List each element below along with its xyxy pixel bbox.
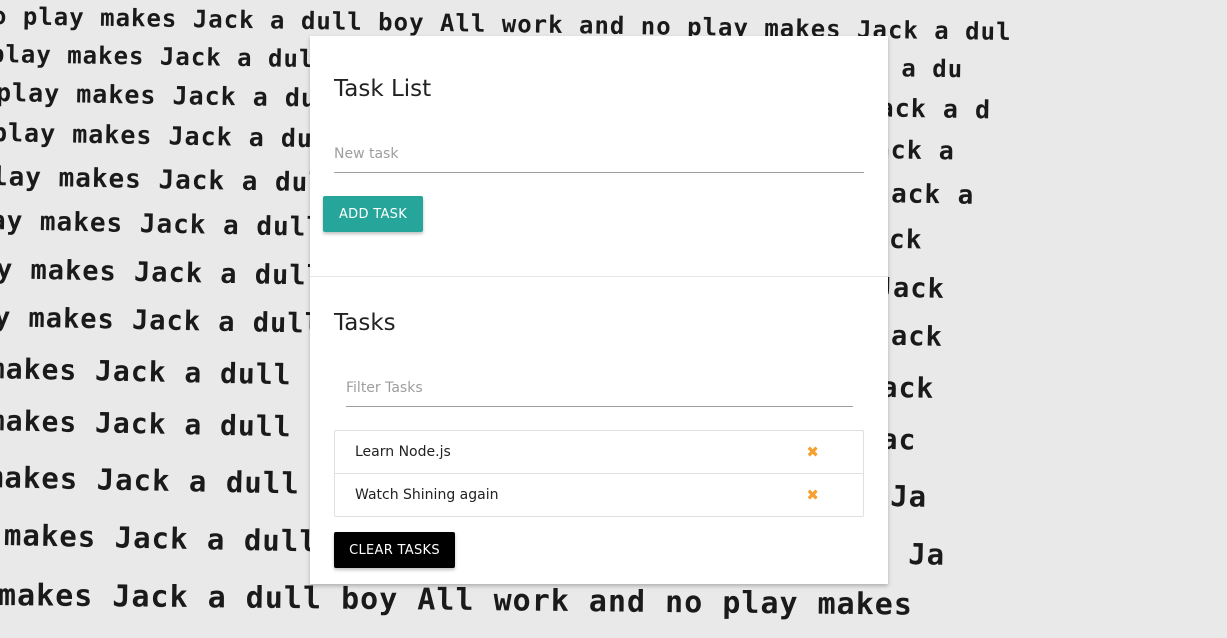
close-icon[interactable]: ✖ [806, 431, 819, 473]
add-task-button[interactable]: ADD TASK [323, 196, 423, 232]
close-icon[interactable]: ✖ [806, 474, 819, 516]
task-card: Task List ADD TASK Tasks Learn Node.js ✖… [310, 36, 888, 584]
new-task-input[interactable] [334, 136, 864, 173]
task-item-label: Watch Shining again [355, 487, 499, 503]
task-item-label: Learn Node.js [355, 444, 451, 460]
clear-tasks-button[interactable]: CLEAR TASKS [334, 532, 455, 568]
section-divider [310, 276, 888, 277]
background-text-line: makes Jack a dull boy All work and no pl… [0, 578, 914, 623]
tasks-title: Tasks [334, 310, 396, 336]
task-list-title: Task List [334, 76, 432, 102]
task-item: Watch Shining again ✖ [335, 474, 863, 516]
task-item: Learn Node.js ✖ [335, 431, 863, 474]
filter-tasks-input[interactable] [346, 370, 853, 407]
task-collection: Learn Node.js ✖ Watch Shining again ✖ [334, 430, 864, 517]
